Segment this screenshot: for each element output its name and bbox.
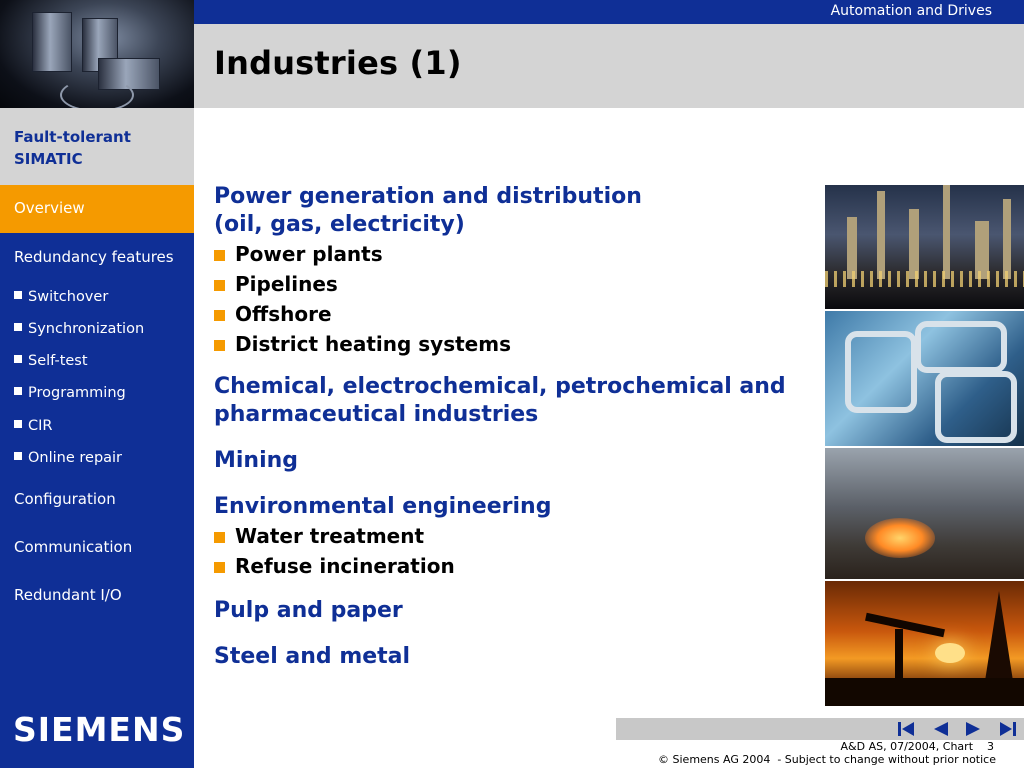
next-slide-button[interactable] <box>958 718 990 740</box>
list-item: Refuse incineration <box>214 551 814 581</box>
section-heading: Chemical, electrochemical, petrochemical… <box>214 373 814 429</box>
sidebar-nav: Overview Redundancy features Switchover … <box>0 185 194 768</box>
siemens-logo: SIEMENS <box>13 710 186 749</box>
section-heading: Environmental engineering <box>214 494 552 519</box>
sidebar-item-self-test[interactable]: Self-test <box>0 353 194 375</box>
list-item: Water treatment <box>214 521 814 551</box>
heading-line: Power generation and distribution <box>214 184 642 209</box>
sidebar-item-label: Redundancy features <box>14 248 174 266</box>
sidebar-item-programming[interactable]: Programming <box>0 385 194 407</box>
list-item: Power plants <box>214 239 814 269</box>
sidebar-item-synchronization[interactable]: Synchronization <box>0 321 194 343</box>
heading-line: (oil, gas, electricity) <box>214 212 465 237</box>
list-item: District heating systems <box>214 329 814 359</box>
sidebar-item-label: Switchover <box>28 289 109 305</box>
first-slide-button[interactable] <box>890 718 922 740</box>
square-bullet-icon <box>14 323 22 331</box>
list-item: Pipelines <box>214 269 814 299</box>
last-slide-icon <box>1000 722 1016 736</box>
square-bullet-icon <box>14 291 22 299</box>
square-bullet-icon <box>14 420 22 428</box>
sidebar-item-label: CIR <box>28 418 53 434</box>
section-heading: Steel and metal <box>214 644 411 669</box>
sidebar-item-redundant-io[interactable]: Redundant I/O <box>0 586 194 610</box>
copyright-notice: © Siemens AG 2004 - Subject to change wi… <box>658 753 996 766</box>
sidebar-item-label: Configuration <box>14 490 116 508</box>
oil-pump-photo <box>825 581 1024 706</box>
sidebar-item-cir[interactable]: CIR <box>0 418 194 440</box>
sidebar-item-label: Communication <box>14 538 133 556</box>
sidebar-item-redundancy-features[interactable]: Redundancy features <box>0 248 194 272</box>
refinery-photo <box>825 185 1024 309</box>
square-bullet-icon <box>14 355 22 363</box>
previous-slide-icon <box>934 722 948 736</box>
next-slide-icon <box>966 722 980 736</box>
sidebar-item-switchover[interactable]: Switchover <box>0 289 194 311</box>
page-title: Industries (1) <box>214 44 462 82</box>
steelworks-photo <box>825 448 1024 579</box>
square-bullet-icon <box>14 387 22 395</box>
sidebar-item-label: Redundant I/O <box>14 586 122 604</box>
brand-tagline: Automation and Drives <box>830 3 992 19</box>
sidebar-item-communication[interactable]: Communication <box>0 538 194 562</box>
sidebar-item-online-repair[interactable]: Online repair <box>0 450 194 472</box>
title-band: Industries (1) <box>194 24 1024 108</box>
chart-reference: A&D AS, 07/2004, Chart 3 <box>840 740 994 753</box>
square-bullet-icon <box>14 452 22 460</box>
slide-nav-bar <box>616 718 1024 740</box>
sidebar-item-configuration[interactable]: Configuration <box>0 490 194 514</box>
section-heading: Mining <box>214 448 299 473</box>
sidebar-item-label: Synchronization <box>28 321 145 337</box>
section-heading: Pulp and paper <box>214 598 403 623</box>
section-heading: Power generation and distribution (oil, … <box>214 183 814 239</box>
list-item: Offshore <box>214 299 814 329</box>
first-slide-icon <box>898 722 914 736</box>
sidebar-item-label: Self-test <box>28 353 88 369</box>
cable-image <box>60 78 134 108</box>
previous-slide-button[interactable] <box>924 718 956 740</box>
pipes-photo <box>825 311 1024 446</box>
sidebar-item-overview[interactable]: Overview <box>0 185 194 233</box>
simatic-hardware-photo <box>0 0 194 108</box>
sidebar-item-label: Overview <box>14 199 85 217</box>
last-slide-button[interactable] <box>992 718 1024 740</box>
sidebar-item-label: Online repair <box>28 450 123 466</box>
top-bar: Automation and Drives <box>194 0 1024 24</box>
industries-list: Power generation and distribution (oil, … <box>214 183 814 671</box>
controller-rack-image <box>32 12 72 72</box>
heading-line: pharmaceutical industries <box>214 402 539 427</box>
product-title-panel: Fault-tolerant SIMATIC <box>0 108 194 185</box>
sidebar-item-label: Programming <box>28 385 126 401</box>
heading-line: Chemical, electrochemical, petrochemical… <box>214 374 786 399</box>
product-title: Fault-tolerant SIMATIC <box>14 128 131 168</box>
